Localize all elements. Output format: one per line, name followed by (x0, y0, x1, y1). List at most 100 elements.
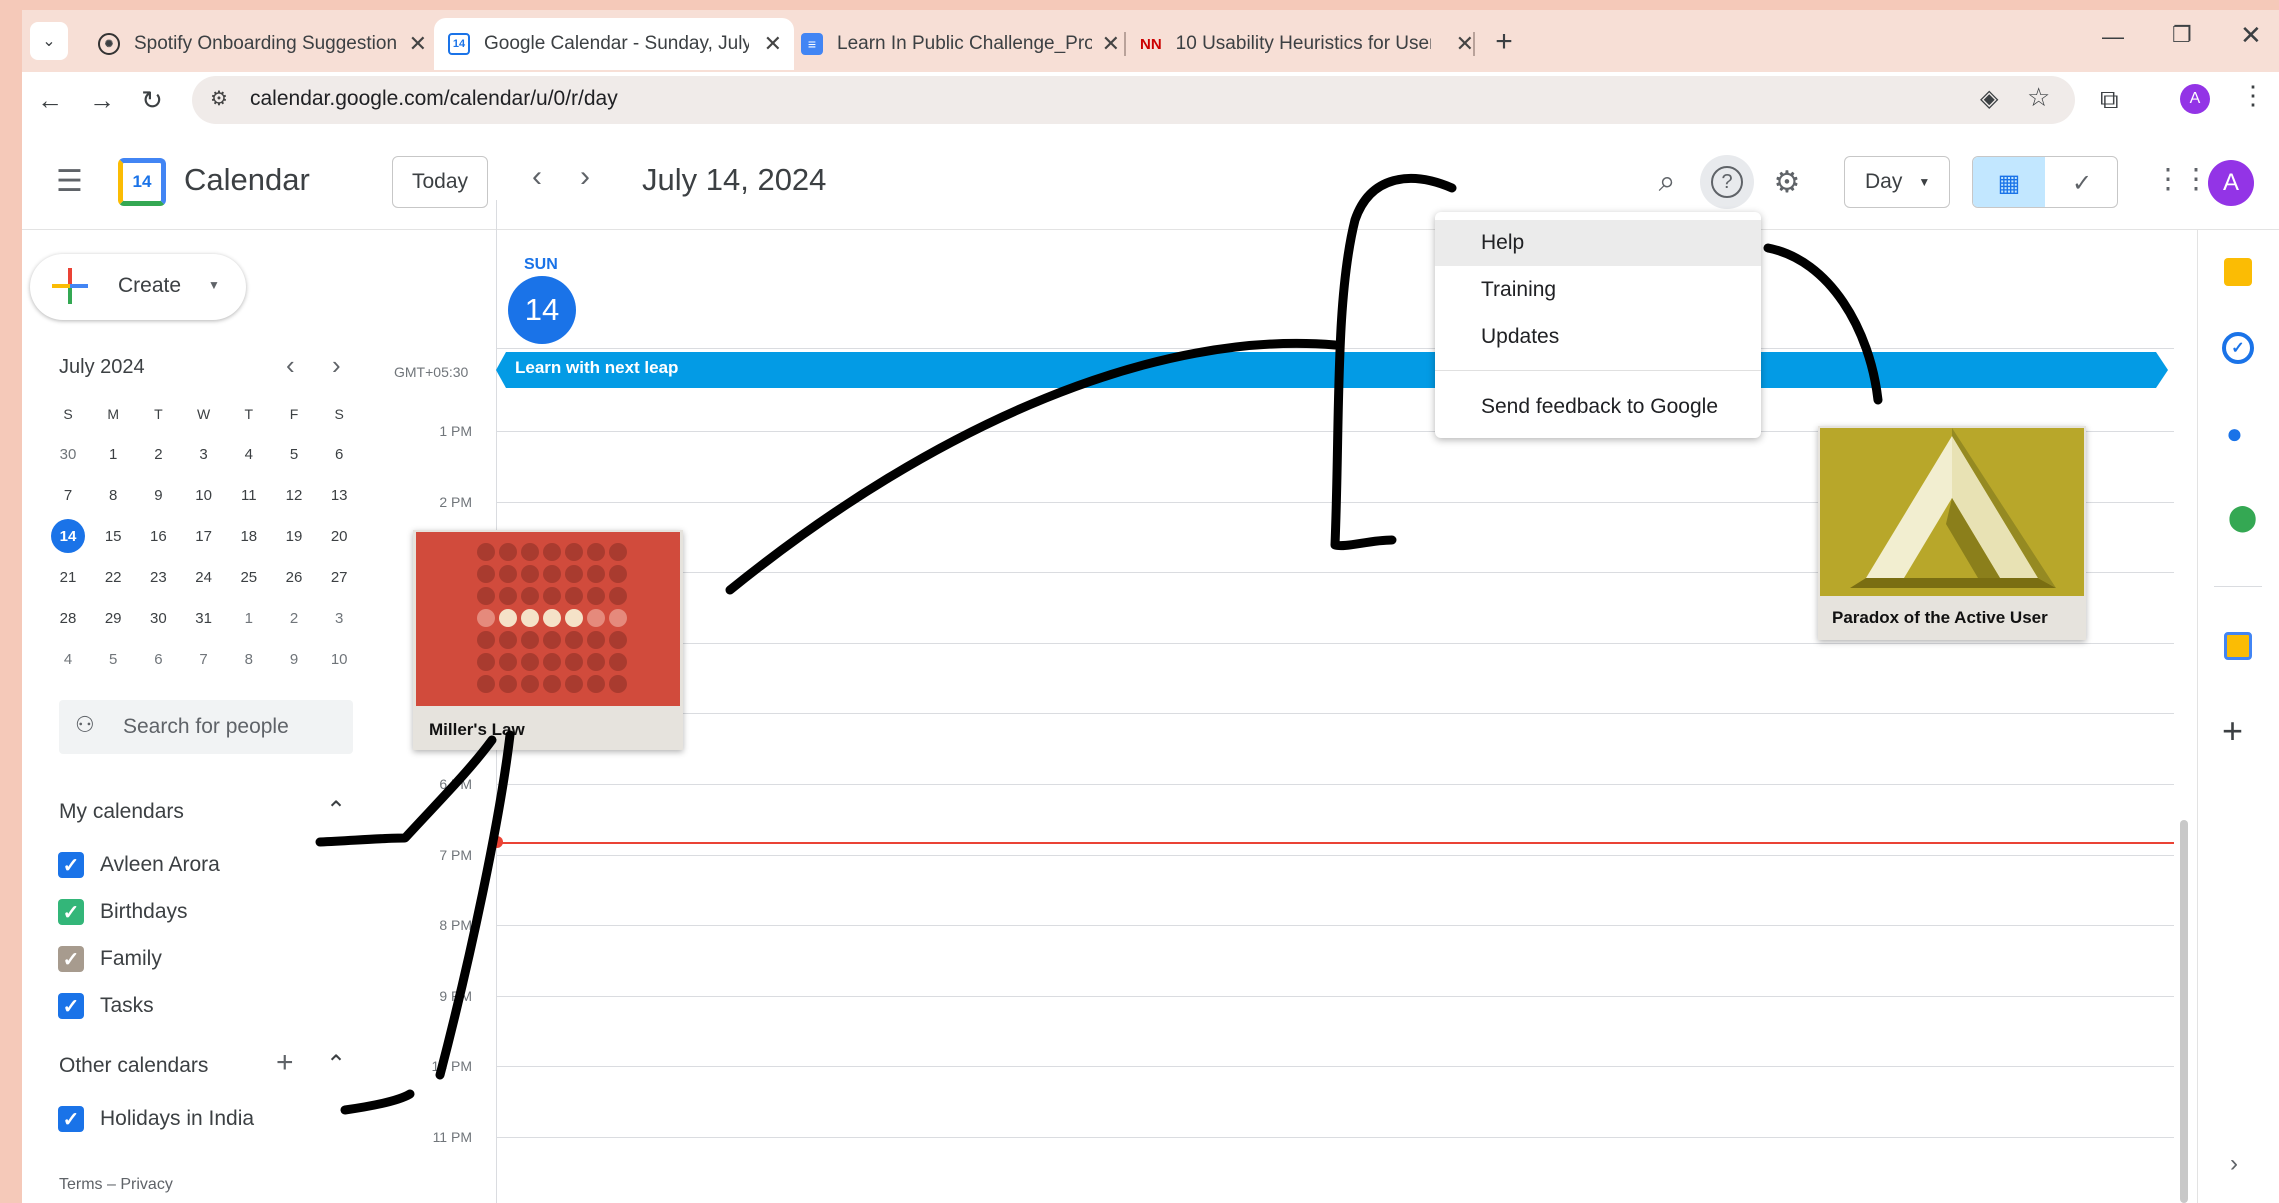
mini-calendar-day[interactable]: 7 (182, 639, 226, 679)
allday-event-chip[interactable] (496, 352, 2170, 388)
mini-calendar-day[interactable]: 22 (91, 557, 135, 597)
mini-calendar-day[interactable]: 25 (227, 557, 271, 597)
mini-calendar-day[interactable]: 23 (136, 557, 180, 597)
tab-learn-in-public[interactable]: ≡ Learn In Public Challenge_Prod ✕ (787, 18, 1132, 70)
mini-calendar-day[interactable]: 8 (91, 475, 135, 515)
account-avatar[interactable]: A (2208, 160, 2254, 206)
site-info-icon[interactable]: ⚙ (210, 86, 228, 111)
forward-icon[interactable]: → (82, 80, 122, 120)
close-tab-icon[interactable]: ✕ (764, 31, 782, 57)
tasks-icon[interactable]: ✓ (2222, 332, 2254, 364)
profile-avatar[interactable]: A (2180, 84, 2210, 114)
mini-calendar-day[interactable]: 20 (317, 516, 361, 556)
mini-calendar-day[interactable]: 5 (91, 639, 135, 679)
mini-calendar-day[interactable]: 3 (317, 598, 361, 638)
vertical-scrollbar[interactable] (2180, 820, 2188, 1203)
tab-search-button[interactable]: ⌄ (30, 22, 68, 60)
other-calendars-heading[interactable]: Other calendars (59, 1054, 208, 1078)
mini-calendar-day[interactable]: 15 (91, 516, 135, 556)
mini-calendar-day[interactable]: 9 (136, 475, 180, 515)
close-window-icon[interactable]: ✕ (2240, 20, 2262, 51)
mini-calendar-day[interactable]: 2 (272, 598, 316, 638)
calendar-label[interactable]: Holidays in India (100, 1107, 254, 1131)
prev-period-icon[interactable]: ‹ (532, 160, 542, 194)
search-people-input[interactable]: ⚇ Search for people (59, 700, 353, 754)
terms-link[interactable]: Terms (59, 1176, 103, 1193)
mini-calendar-day[interactable]: 5 (272, 434, 316, 474)
collapse-chevron-icon[interactable]: ⌃ (326, 796, 346, 825)
contacts-icon[interactable]: ● (2226, 418, 2243, 450)
calendar-checkbox[interactable]: ✓ (58, 899, 84, 925)
mini-calendar-selected-day[interactable]: 14 (51, 519, 85, 553)
calendar-checkbox[interactable]: ✓ (58, 946, 84, 972)
tab-nn-heuristics[interactable]: NN 10 Usability Heuristics for User I ✕ (1126, 18, 1486, 70)
tasks-view-icon[interactable]: ✓ (2046, 157, 2117, 207)
mini-calendar-day[interactable]: 10 (317, 639, 361, 679)
calendar-label[interactable]: Birthdays (100, 900, 188, 924)
address-bar[interactable]: ⚙ calendar.google.com/calendar/u/0/r/day… (192, 76, 2075, 124)
mini-calendar-day[interactable]: 17 (182, 516, 226, 556)
browser-menu-icon[interactable]: ⋮ (2240, 80, 2266, 111)
bookmark-star-icon[interactable]: ☆ (2027, 82, 2050, 113)
calendar-label[interactable]: Family (100, 947, 162, 971)
minimize-icon[interactable]: — (2102, 24, 2124, 50)
extension-eye-icon[interactable]: ◈ (1980, 84, 1998, 113)
mini-calendar-day[interactable]: 26 (272, 557, 316, 597)
settings-gear-icon[interactable]: ⚙ (1760, 155, 1814, 209)
addon-icon[interactable] (2224, 632, 2252, 660)
mini-calendar-day[interactable]: 29 (91, 598, 135, 638)
menu-item-help[interactable]: Help (1435, 220, 1761, 266)
close-tab-icon[interactable]: ✕ (1456, 31, 1474, 57)
menu-item-send-feedback[interactable]: Send feedback to Google (1435, 384, 1761, 430)
restore-icon[interactable]: ❐ (2172, 22, 2192, 48)
add-calendar-icon[interactable]: + (276, 1046, 294, 1080)
close-tab-icon[interactable]: ✕ (1102, 31, 1120, 57)
today-button[interactable]: Today (392, 156, 488, 208)
maps-icon[interactable]: ⬤ (2228, 502, 2257, 533)
get-addons-plus-icon[interactable]: + (2222, 710, 2243, 752)
search-icon[interactable]: ⌕ (1640, 155, 1694, 209)
privacy-link[interactable]: Privacy (120, 1176, 172, 1193)
mini-next-month-icon[interactable]: › (332, 350, 341, 381)
mini-calendar-day[interactable]: 24 (182, 557, 226, 597)
new-tab-icon[interactable]: + (1484, 22, 1524, 62)
help-icon[interactable]: ? (1700, 155, 1754, 209)
mini-calendar-day[interactable]: 6 (136, 639, 180, 679)
mini-calendar-day[interactable]: 2 (136, 434, 180, 474)
calendar-label[interactable]: Tasks (100, 994, 154, 1018)
mini-calendar-day[interactable]: 1 (227, 598, 271, 638)
mini-calendar-day[interactable]: 1 (91, 434, 135, 474)
mini-calendar-day[interactable]: 4 (227, 434, 271, 474)
mini-calendar-day[interactable]: 11 (227, 475, 271, 515)
menu-item-updates[interactable]: Updates (1435, 314, 1761, 360)
close-tab-icon[interactable]: ✕ (409, 31, 427, 57)
calendar-view-icon[interactable]: ▦ (1973, 157, 2045, 207)
tab-spotify[interactable]: ✺ Spotify Onboarding Suggestion ✕ (84, 18, 439, 70)
calendar-checkbox[interactable]: ✓ (58, 852, 84, 878)
mini-calendar-day[interactable]: 10 (182, 475, 226, 515)
calendar-label[interactable]: Avleen Arora (100, 853, 220, 877)
mini-calendar-day[interactable]: 4 (46, 639, 90, 679)
back-icon[interactable]: ← (30, 80, 70, 120)
extensions-icon[interactable]: ⧉ (2100, 84, 2119, 116)
mini-calendar-day[interactable]: 28 (46, 598, 90, 638)
reload-icon[interactable]: ↻ (132, 80, 172, 120)
mini-calendar-day[interactable]: 19 (272, 516, 316, 556)
view-select-button[interactable]: Day ▼ (1844, 156, 1950, 208)
mini-calendar-day[interactable]: 13 (317, 475, 361, 515)
mini-calendar-day[interactable]: 18 (227, 516, 271, 556)
calendar-checkbox[interactable]: ✓ (58, 1106, 84, 1132)
main-menu-icon[interactable]: ☰ (56, 164, 83, 199)
mini-calendar-day[interactable]: 30 (136, 598, 180, 638)
menu-item-training[interactable]: Training (1435, 267, 1761, 313)
mini-calendar-day[interactable]: 3 (182, 434, 226, 474)
keep-icon[interactable] (2224, 258, 2252, 286)
mini-calendar-day[interactable]: 16 (136, 516, 180, 556)
day-number-badge[interactable]: 14 (508, 276, 576, 344)
mini-calendar-day[interactable]: 30 (46, 434, 90, 474)
mini-calendar-day[interactable]: 8 (227, 639, 271, 679)
my-calendars-heading[interactable]: My calendars (59, 800, 184, 824)
create-button[interactable]: Create ▼ (30, 254, 246, 320)
calendar-checkbox[interactable]: ✓ (58, 993, 84, 1019)
mini-calendar-day[interactable]: 6 (317, 434, 361, 474)
